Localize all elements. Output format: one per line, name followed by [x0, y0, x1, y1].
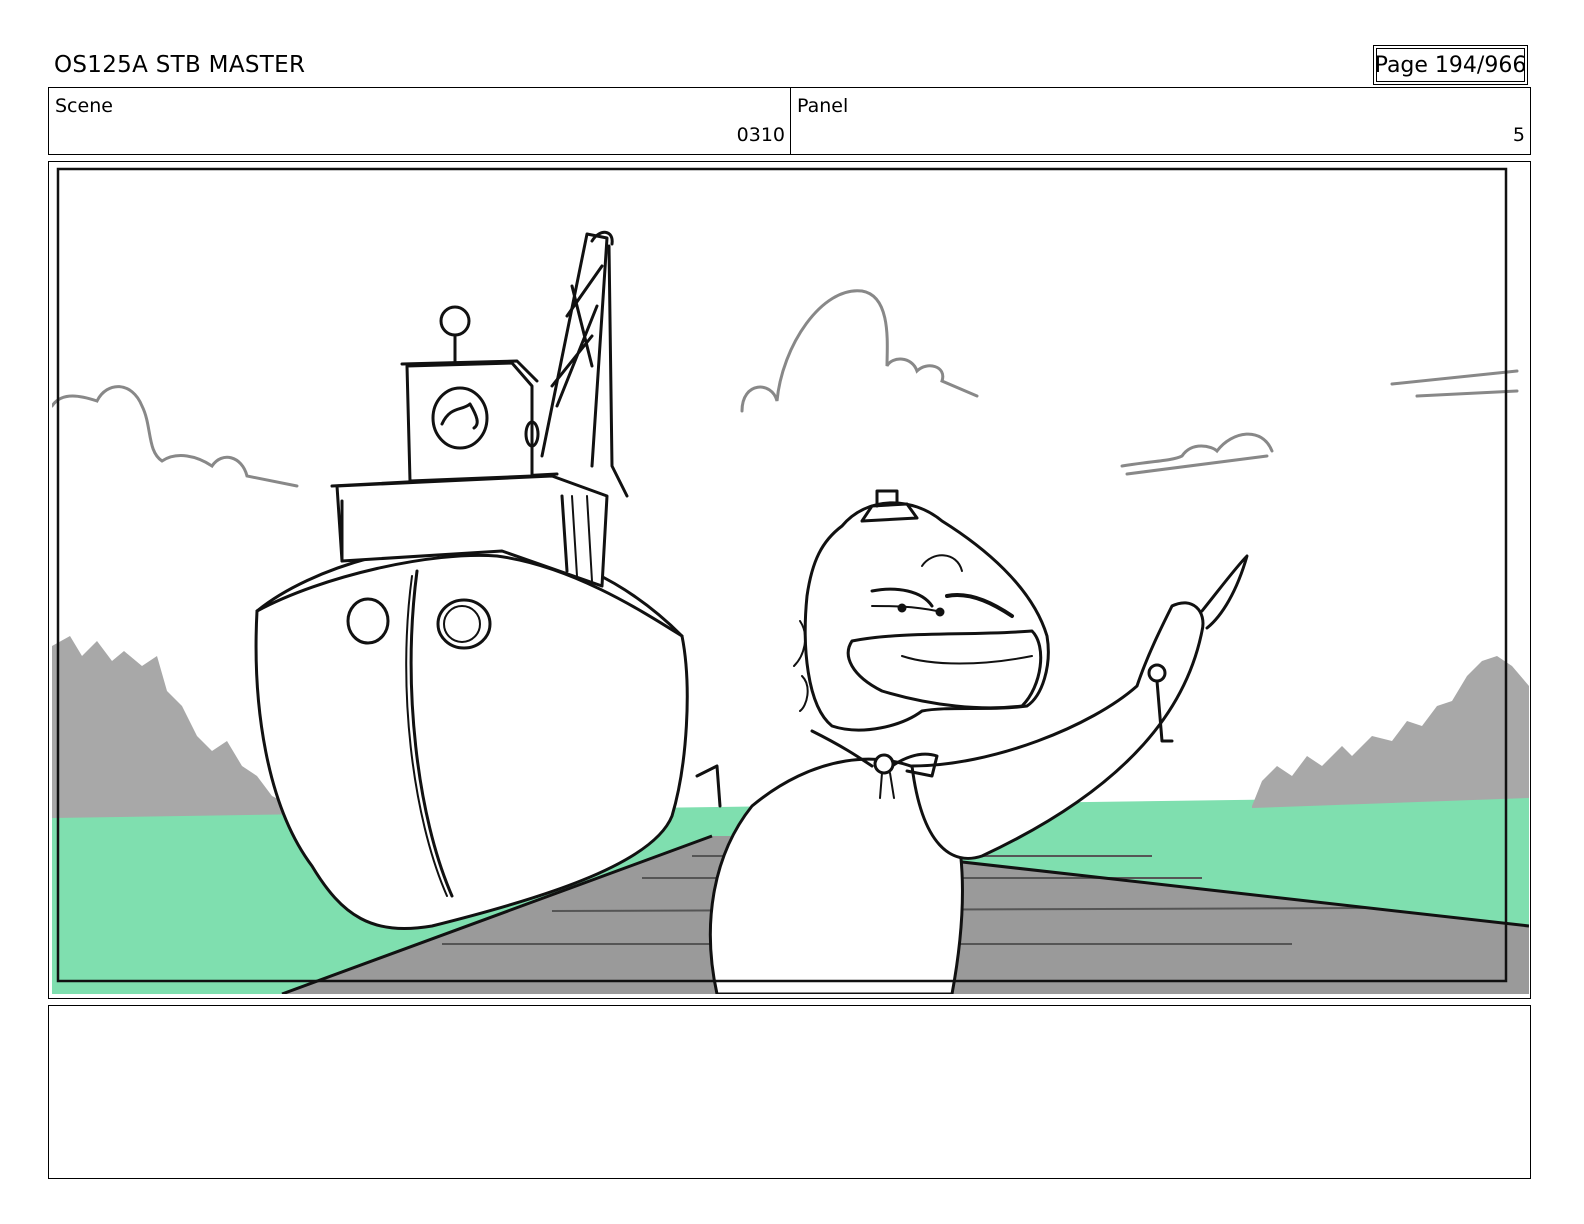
panel-number: 5	[1512, 124, 1525, 146]
page-number-border	[1376, 48, 1525, 82]
scene-label: Scene	[55, 95, 113, 117]
panel-cell: Panel 5	[791, 88, 1530, 154]
scene-cell: Scene 0310	[49, 88, 791, 154]
document-title: OS125A STB MASTER	[54, 52, 306, 78]
panel-label: Panel	[797, 95, 849, 117]
scene-panel-info-row: Scene 0310 Panel 5	[48, 87, 1531, 155]
page-number-box: Page 194/966	[1373, 45, 1528, 85]
scene-number: 0310	[736, 124, 785, 146]
storyboard-panel-artwork	[52, 166, 1529, 994]
panel-notes-box	[48, 1005, 1531, 1179]
